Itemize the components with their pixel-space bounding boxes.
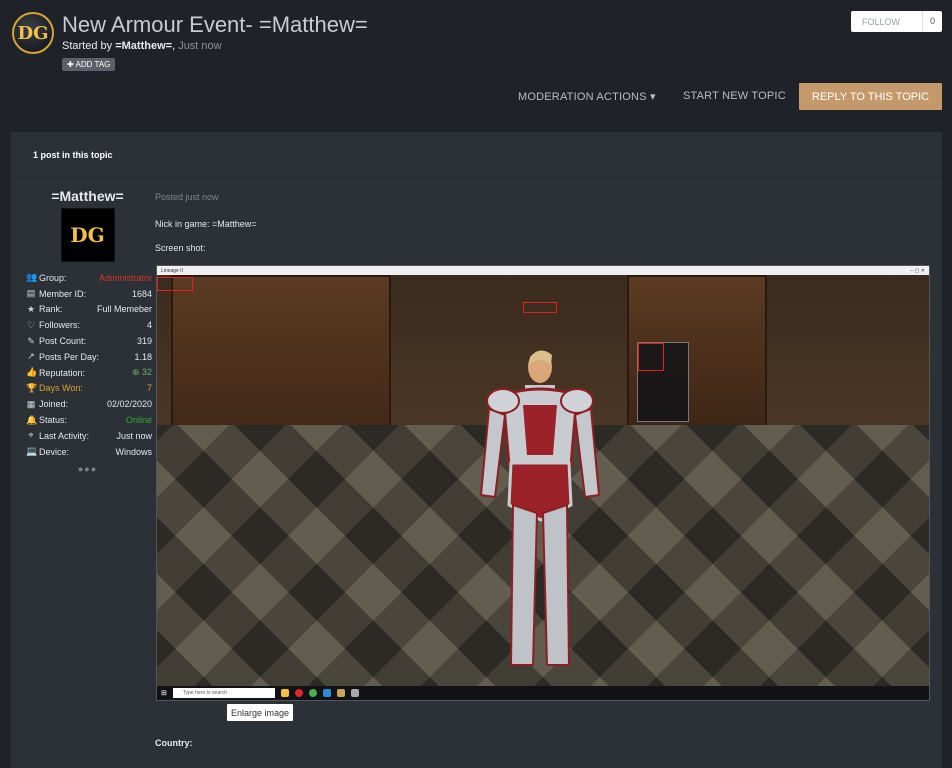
started-time: Just now	[178, 40, 222, 52]
windows-taskbar: ⊞ Type here to search	[157, 686, 929, 700]
author-stat-row: 🔔 Status: Online	[22, 412, 153, 428]
author-stat-label: Rank:	[39, 304, 63, 315]
site-logo[interactable]: DG	[12, 12, 54, 54]
app-taskbar-icon	[350, 689, 359, 697]
follow-button[interactable]: FOLLOW 0	[851, 11, 942, 32]
topic-panel: 1 post in this topic =Matthew= DG 👥 Group…	[11, 132, 942, 768]
chrome-icon	[308, 689, 317, 697]
author-stat-row: ▦ Joined: 02/02/2020	[22, 396, 153, 412]
game-scene	[157, 275, 929, 687]
author-name-link[interactable]: =Matthew=	[22, 188, 153, 204]
opera-icon	[294, 689, 303, 697]
topic-actions-bar: MODERATION ACTIONS ▾ START NEW TOPIC REP…	[0, 83, 952, 110]
edit-icon: ✎	[27, 335, 35, 346]
author-stat-value: Full Memeber	[96, 304, 152, 315]
follow-label: FOLLOW	[862, 16, 901, 27]
trophy-icon: 🏆	[26, 382, 38, 393]
author-stat-row: ★ Rank: Full Memeber	[22, 302, 153, 318]
author-stat-label: Device:	[39, 446, 70, 457]
post-screenshot-image[interactable]: Lineage II – ▢ ✕ ⊞ Type here to search	[156, 265, 930, 701]
author-stat-row: ✎ Post Count: 319	[22, 333, 153, 349]
post-date: Posted just now	[155, 192, 219, 202]
author-stat-row: 👍 Reputation: ⊕ 32	[22, 365, 153, 381]
author-stat-value: ⊕ 32	[131, 367, 152, 378]
highlight-box-title	[523, 302, 557, 313]
author-stat-value: 4	[146, 320, 152, 331]
author-stat-value: Windows	[115, 446, 152, 457]
start-new-topic-link[interactable]: START NEW TOPIC	[683, 90, 786, 102]
game-window-titlebar: Lineage II – ▢ ✕	[157, 266, 929, 275]
author-stat-label: Member ID:	[39, 288, 87, 299]
author-stat-label: Last Activity:	[39, 430, 90, 441]
windows-start-icon: ⊞	[161, 690, 167, 697]
logo-text: DG	[17, 22, 49, 44]
author-stat-row: 💻 Device: Windows	[22, 444, 153, 460]
topic-title: New Armour Event- =Matthew=	[62, 12, 368, 37]
edge-icon	[322, 689, 331, 697]
window-controls-icon: – ▢ ✕	[910, 267, 925, 274]
author-stat-value: Online	[125, 415, 152, 426]
group-icon: 👥	[26, 272, 38, 283]
post-screenshot-line: Screen shot:	[155, 243, 206, 253]
file-explorer-icon	[280, 689, 289, 697]
country-label: Country:	[155, 738, 193, 748]
game-taskbar-icon	[336, 689, 345, 697]
author-stat-label: Status:	[39, 415, 68, 426]
author-stat-value: Administrator	[98, 272, 152, 283]
post-nick-line: Nick in game: =Matthew=	[155, 219, 257, 229]
plus-circle-icon: ⊕	[131, 367, 142, 378]
game-inventory-panel	[637, 342, 689, 422]
author-stat-value: 02/02/2020	[106, 399, 152, 410]
enlarge-image-tooltip[interactable]: Enlarge image	[227, 704, 293, 721]
author-sidebar: =Matthew= DG 👥 Group: Administrator ▤ Member…	[22, 178, 153, 768]
author-stat-label: Posts Per Day:	[39, 351, 100, 362]
topic-started-by: Started by =Matthew=, Just now	[62, 40, 222, 52]
author-stat-row: 👥 Group: Administrator	[22, 270, 153, 286]
armoured-character	[479, 350, 601, 666]
author-stat-row: ♡ Followers: 4	[22, 317, 153, 333]
author-stat-label: Group:	[39, 272, 67, 283]
location-icon: ⌖	[28, 430, 34, 441]
author-stat-label: Post Count:	[39, 336, 87, 347]
author-stat-value: 1.18	[134, 351, 152, 362]
reply-to-topic-button[interactable]: REPLY TO THIS TOPIC	[799, 83, 942, 110]
calendar-icon: ▦	[26, 398, 36, 409]
author-stat-row: ⌖ Last Activity: Just now	[22, 428, 153, 444]
heart-icon: ♡	[26, 319, 36, 330]
post-count-header: 1 post in this topic	[11, 132, 942, 178]
author-stat-value: 319	[136, 336, 152, 347]
star-icon: ★	[26, 303, 36, 314]
laptop-icon: 💻	[26, 446, 38, 457]
more-options-icon[interactable]: ●●●	[22, 464, 153, 474]
author-stat-label: Days Won:	[39, 383, 83, 394]
thumbs-up-icon: 👍	[26, 367, 38, 378]
author-stat-label: Joined:	[39, 399, 69, 410]
add-tag-button[interactable]: ✚ ADD TAG	[62, 58, 116, 71]
author-stat-value: Just now	[116, 430, 152, 441]
author-avatar[interactable]: DG	[60, 208, 115, 262]
highlight-box-topleft	[157, 277, 193, 291]
author-stat-value: 7	[146, 383, 152, 394]
author-stat-row: 🏆 Days Won: 7	[22, 381, 153, 397]
author-stat-value: 1684	[131, 288, 152, 299]
author-stat-label: Followers:	[39, 320, 81, 331]
follow-count: 0	[922, 11, 942, 32]
caret-down-icon: ▾	[649, 91, 656, 103]
author-stat-label: Reputation:	[39, 367, 86, 378]
taskbar-search-box: Type here to search	[172, 688, 275, 698]
chart-icon: ↗	[27, 351, 35, 362]
highlight-box-inventory	[638, 343, 664, 371]
id-card-icon: ▤	[26, 288, 36, 299]
bell-icon: 🔔	[26, 414, 38, 425]
author-stat-row: ▤ Member ID: 1684	[22, 286, 153, 302]
moderation-actions-menu[interactable]: MODERATION ACTIONS ▾	[518, 90, 656, 103]
author-stat-row: ↗ Posts Per Day: 1.18	[22, 349, 153, 365]
started-by-user-link[interactable]: =Matthew=	[115, 40, 172, 52]
author-stats: 👥 Group: Administrator ▤ Member ID: 1684 ★ Rank…	[22, 270, 153, 460]
